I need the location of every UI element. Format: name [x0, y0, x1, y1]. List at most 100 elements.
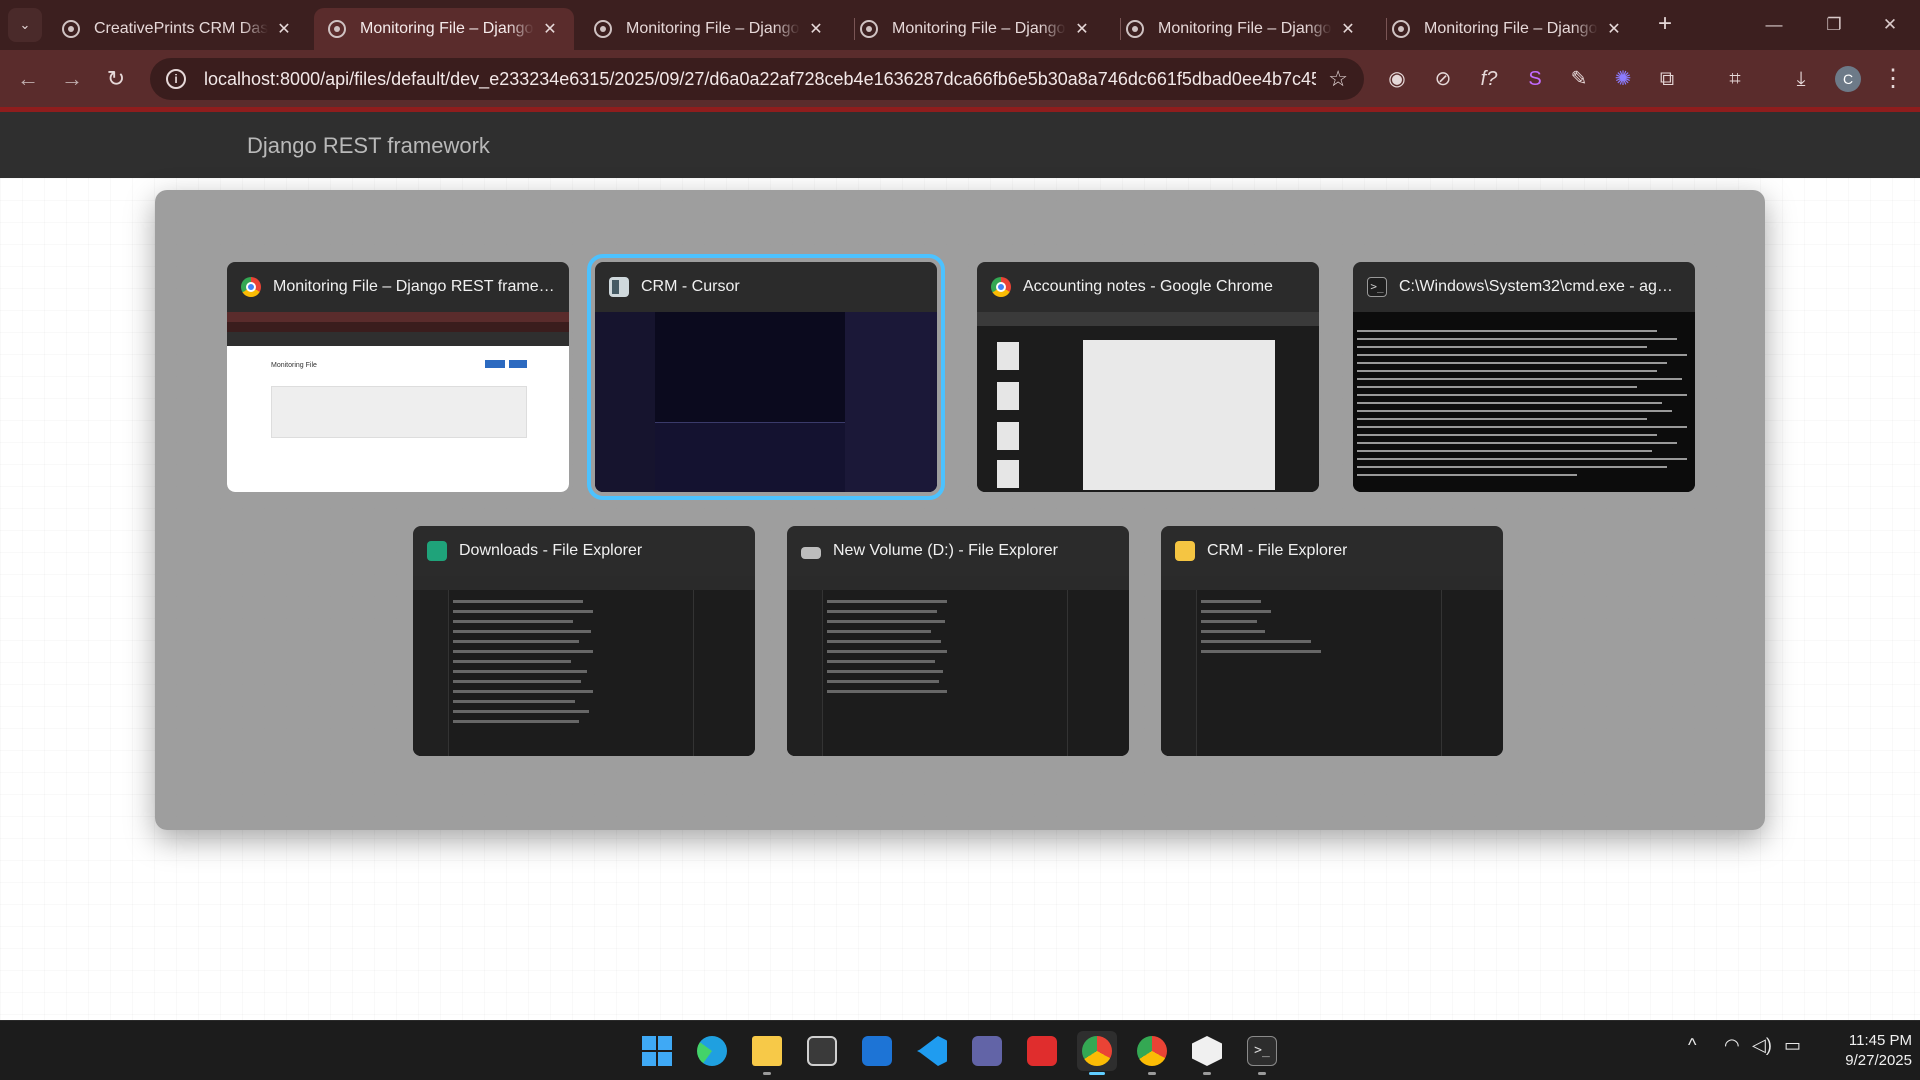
window-caption: Monitoring File – Django REST framewo... [227, 262, 569, 312]
system-clock[interactable]: 11:45 PM 9/27/2025 [1820, 1031, 1912, 1071]
battery-icon[interactable]: ▭ [1784, 1035, 1801, 1056]
globe-icon [1392, 20, 1410, 38]
thumbnail-heading: Monitoring File [271, 362, 317, 369]
switcher-window-accounting-notes[interactable]: Accounting notes - Google Chrome [977, 262, 1319, 492]
reload-button[interactable]: ↻ [100, 63, 132, 95]
tab-close-icon[interactable]: ✕ [1604, 19, 1624, 39]
switcher-window-cmd[interactable]: >_ C:\Windows\System32\cmd.exe - agent..… [1353, 262, 1695, 492]
menu-kebab-icon[interactable]: ⋮ [1878, 64, 1908, 94]
tab-close-icon[interactable]: ✕ [1072, 19, 1092, 39]
terminal-icon[interactable]: >_ [1242, 1031, 1282, 1075]
wps-icon[interactable] [1022, 1031, 1062, 1071]
back-button[interactable]: ← [12, 63, 44, 95]
windows-start-icon[interactable] [637, 1031, 677, 1071]
downloads-folder-icon [427, 541, 447, 561]
window-thumbnail [413, 576, 755, 756]
window-thumbnail [1161, 576, 1503, 756]
restore-button[interactable]: ❐ [1806, 8, 1862, 42]
globe-icon [1126, 20, 1144, 38]
s-extension-icon[interactable]: Ѕ [1520, 64, 1550, 94]
bookmark-star-icon[interactable]: ☆ [1328, 66, 1348, 92]
box-icon[interactable] [1187, 1031, 1227, 1075]
tab-close-icon[interactable]: ✕ [540, 19, 560, 39]
chrome-icon[interactable] [1077, 1031, 1117, 1075]
tab-title: Monitoring File – Django REST framework [1158, 20, 1332, 37]
browser-toolbar: ← → ↻ i localhost:8000/api/files/default… [0, 50, 1920, 107]
file-explorer-icon[interactable] [747, 1031, 787, 1075]
new-tab-button[interactable]: + [1650, 10, 1680, 40]
folder-icon [1175, 541, 1195, 561]
window-title: CRM - Cursor [641, 278, 740, 295]
globe-icon [328, 20, 346, 38]
clock-date: 9/27/2025 [1845, 1052, 1912, 1069]
window-caption: CRM - Cursor [595, 262, 937, 312]
camera-icon[interactable]: ◉ [1382, 64, 1412, 94]
chrome-icon [991, 277, 1011, 297]
gear-extension-icon[interactable]: ✺ [1608, 64, 1638, 94]
window-caption: CRM - File Explorer [1161, 526, 1503, 576]
cmd-icon: >_ [1367, 277, 1387, 297]
vscode-icon[interactable] [912, 1031, 952, 1071]
window-title: CRM - File Explorer [1207, 542, 1348, 559]
close-window-button[interactable]: ✕ [1862, 8, 1918, 42]
drive-icon [801, 547, 821, 559]
drf-navbar: Django REST framework [0, 112, 1920, 178]
download-icon[interactable]: ⤓ [1786, 64, 1816, 94]
tab-monitoring-file-active[interactable]: Monitoring File – Django REST framework … [314, 8, 574, 50]
clock-time: 11:45 PM [1848, 1032, 1912, 1049]
task-switcher: Monitoring File – Django REST framewo...… [155, 190, 1765, 830]
tray-overflow-chevron[interactable]: ^ [1688, 1035, 1696, 1056]
tab-title: Monitoring File – Django REST framework [626, 20, 800, 37]
window-title: Monitoring File – Django REST framewo... [273, 278, 555, 295]
screenshot-icon[interactable]: ⌗ [1720, 64, 1750, 94]
address-bar[interactable]: i localhost:8000/api/files/default/dev_e… [150, 58, 1364, 100]
outlook-icon[interactable] [857, 1031, 897, 1071]
profile-avatar[interactable]: C [1835, 66, 1861, 92]
tab-search-button[interactable]: ⌄ [8, 8, 42, 42]
tab-close-icon[interactable]: ✕ [274, 19, 294, 39]
window-title: Accounting notes - Google Chrome [1023, 278, 1273, 295]
switcher-window-downloads[interactable]: Downloads - File Explorer [413, 526, 755, 756]
teams-icon[interactable] [967, 1031, 1007, 1071]
window-thumbnail [977, 312, 1319, 492]
windows-taskbar: >_ ^ ◠ ◁) ▭ 11:45 PM 9/27/2025 [0, 1020, 1920, 1080]
window-title: Downloads - File Explorer [459, 542, 643, 559]
tab-title: CreativePrints CRM Dashboard [94, 20, 268, 37]
forward-button[interactable]: → [56, 63, 88, 95]
tab-monitoring-file[interactable]: Monitoring File – Django REST framework … [1112, 8, 1372, 50]
store-icon[interactable] [802, 1031, 842, 1071]
volume-icon[interactable]: ◁) [1752, 1035, 1772, 1056]
switcher-window-new-volume[interactable]: New Volume (D:) - File Explorer [787, 526, 1129, 756]
tab-close-icon[interactable]: ✕ [806, 19, 826, 39]
globe-icon [62, 20, 80, 38]
switcher-window-cursor[interactable]: CRM - Cursor [587, 254, 945, 500]
window-caption: Accounting notes - Google Chrome [977, 262, 1319, 312]
chrome-profile-icon[interactable] [1132, 1031, 1172, 1075]
window-caption: >_ C:\Windows\System32\cmd.exe - agent..… [1353, 262, 1695, 312]
edge-icon[interactable] [692, 1031, 732, 1071]
url-text[interactable]: localhost:8000/api/files/default/dev_e23… [204, 69, 1316, 90]
cursor-icon [609, 277, 629, 297]
drf-brand-link[interactable]: Django REST framework [247, 133, 490, 159]
tab-monitoring-file[interactable]: Monitoring File – Django REST framework … [1378, 8, 1638, 50]
tab-title: Monitoring File – Django REST framework [360, 20, 534, 37]
minimize-button[interactable]: — [1746, 8, 1802, 42]
site-info-icon[interactable]: i [166, 69, 186, 89]
globe-icon [860, 20, 878, 38]
puzzle-icon[interactable]: ⧉ [1652, 64, 1682, 94]
tab-close-icon[interactable]: ✕ [1338, 19, 1358, 39]
wifi-icon[interactable]: ◠ [1724, 1035, 1740, 1056]
tab-title: Monitoring File – Django REST framework [1424, 20, 1598, 37]
window-caption: Downloads - File Explorer [413, 526, 755, 576]
tab-crm-dashboard[interactable]: CreativePrints CRM Dashboard ✕ [48, 8, 308, 50]
compass-icon[interactable]: ⊘ [1428, 64, 1458, 94]
eyedropper-icon[interactable]: ✎ [1564, 64, 1594, 94]
tab-monitoring-file[interactable]: Monitoring File – Django REST framework … [580, 8, 840, 50]
fx-icon[interactable]: f? [1474, 64, 1504, 94]
switcher-window-django[interactable]: Monitoring File – Django REST framewo...… [227, 262, 569, 492]
switcher-window-crm-explorer[interactable]: CRM - File Explorer [1161, 526, 1503, 756]
browser-tab-strip: ⌄ CreativePrints CRM Dashboard ✕ Monitor… [0, 0, 1920, 50]
window-title: New Volume (D:) - File Explorer [833, 542, 1058, 559]
tab-monitoring-file[interactable]: Monitoring File – Django REST framework … [846, 8, 1106, 50]
globe-icon [594, 20, 612, 38]
